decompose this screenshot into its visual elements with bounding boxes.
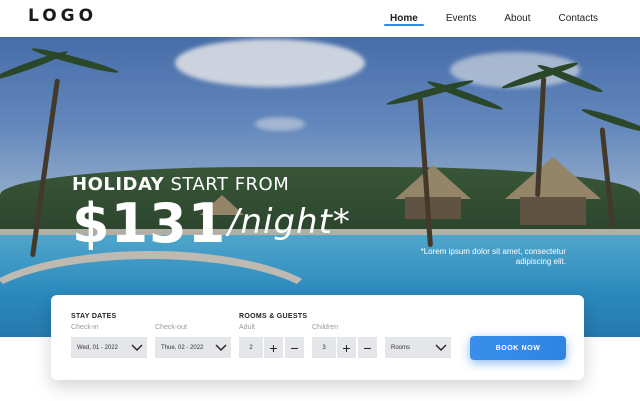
adult-minus-button[interactable]: − <box>284 337 304 358</box>
book-now-button[interactable]: BOOK NOW <box>470 336 566 360</box>
hero-price: $131 <box>72 192 227 255</box>
children-label: Children <box>312 324 339 331</box>
children-plus-button[interactable]: + <box>336 337 356 358</box>
rooms-select[interactable]: Rooms <box>385 337 451 358</box>
hero-banner: HOLIDAY START FROM $131 /night* *Lorem i… <box>0 37 640 337</box>
checkin-label: Check-in <box>71 324 99 331</box>
nav-home[interactable]: Home <box>376 0 432 37</box>
rooms-guests-title: ROOMS & GUESTS <box>239 313 308 320</box>
checkout-value: Thue, 02 - 2022 <box>161 344 204 351</box>
page: LOGO Home Events About Contacts HOLIDAY … <box>0 0 640 401</box>
checkin-select[interactable]: Wed, 01 - 2022 <box>71 337 147 358</box>
checkout-label: Check-out <box>155 324 187 331</box>
stay-dates-title: STAY DATES <box>71 313 117 320</box>
checkin-value: Wed, 01 - 2022 <box>77 344 118 351</box>
checkout-select[interactable]: Thue, 02 - 2022 <box>155 337 231 358</box>
children-count[interactable]: 3 <box>312 337 336 358</box>
chevron-down-icon <box>211 337 231 358</box>
site-header: LOGO Home Events About Contacts <box>0 0 640 37</box>
adult-plus-button[interactable]: + <box>263 337 283 358</box>
hero-tagline: *Lorem ipsum dolor sit amet, consectetur… <box>420 247 566 266</box>
adult-count[interactable]: 2 <box>239 337 263 358</box>
nav-about[interactable]: About <box>490 0 544 37</box>
nav-events[interactable]: Events <box>432 0 491 37</box>
logo[interactable]: LOGO <box>28 6 97 26</box>
chevron-down-icon <box>431 337 451 358</box>
adult-label: Adult <box>239 324 255 331</box>
chevron-down-icon <box>127 337 147 358</box>
rooms-value: Rooms <box>391 344 411 351</box>
per-night-label: /night* <box>228 202 351 242</box>
main-nav: Home Events About Contacts <box>376 0 612 37</box>
booking-card: STAY DATES Check-in Wed, 01 - 2022 Check… <box>51 295 584 380</box>
nav-contacts[interactable]: Contacts <box>545 0 612 37</box>
children-minus-button[interactable]: − <box>357 337 377 358</box>
